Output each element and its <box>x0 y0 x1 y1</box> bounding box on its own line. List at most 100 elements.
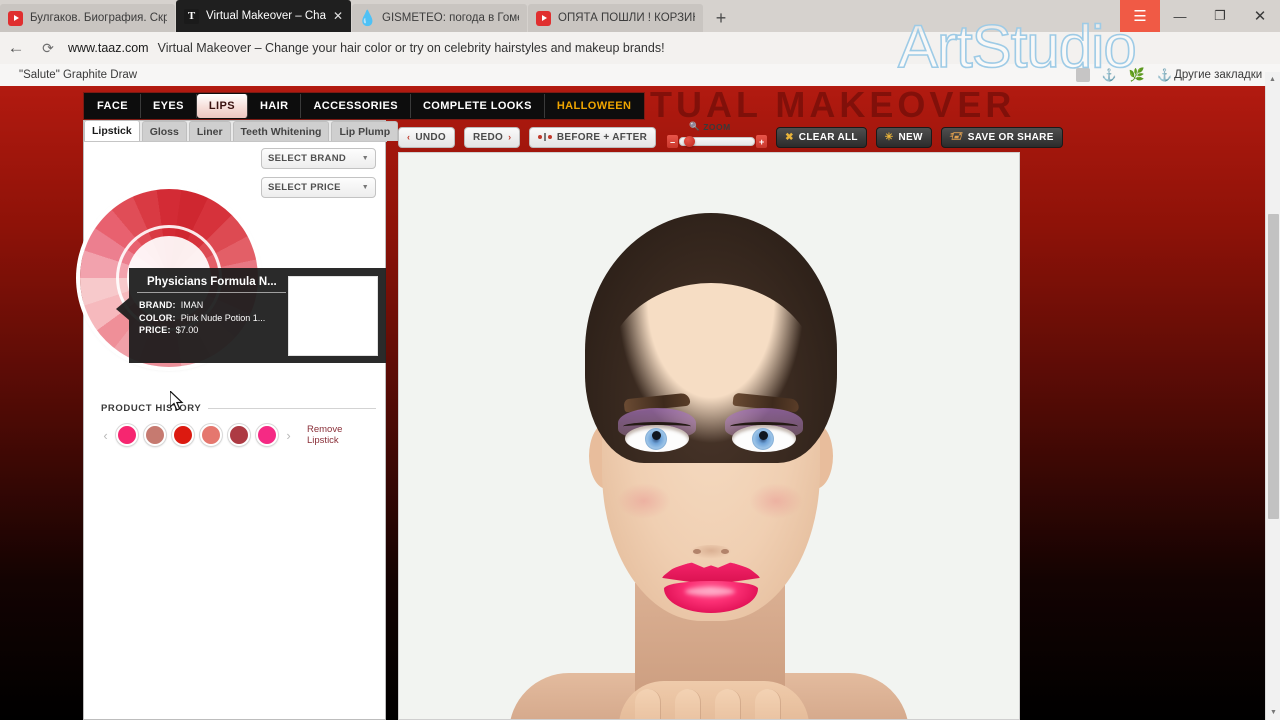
redo-label: REDO <box>472 131 504 143</box>
select-brand-dropdown[interactable]: SELECT BRAND ▼ <box>261 148 376 169</box>
new-label: NEW <box>898 131 923 143</box>
zoom-slider-track[interactable] <box>679 136 756 147</box>
maximize-icon[interactable]: ❐ <box>1200 0 1240 32</box>
youtube-icon <box>536 10 551 26</box>
redo-button[interactable]: REDO › <box>463 126 521 148</box>
web-page-content: VIRTUAL MAKEOVER FACE EYES LIPS HAIR ACC… <box>0 86 1280 720</box>
back-arrow-icon[interactable]: ← <box>0 32 32 64</box>
save-or-share-label: SAVE OR SHARE <box>967 131 1054 143</box>
select-price-dropdown[interactable]: SELECT PRICE ▼ <box>261 177 376 198</box>
vertical-scrollbar[interactable]: ▼ <box>1265 86 1280 720</box>
window-controls: ☰ — ❐ ✕ <box>1120 0 1280 32</box>
product-history-title: PRODUCT HISTORY <box>101 403 202 414</box>
scroll-up-arrow[interactable]: ▲ <box>1265 72 1280 86</box>
tab-title: Virtual Makeover – Chang <box>206 10 326 22</box>
gismeteo-icon: 💧 <box>358 9 377 27</box>
browser-tab-4[interactable]: ОПЯТА ПОШЛИ ! КОРЗИН <box>528 4 703 32</box>
subtab-lip-plump[interactable]: Lip Plump <box>331 121 399 141</box>
model-lips[interactable] <box>661 561 761 613</box>
price-key: PRICE: <box>139 325 171 335</box>
star-icon: ✳ <box>884 131 894 143</box>
taaz-icon: T <box>184 8 199 24</box>
lips-subtabs: Lipstick Gloss Liner Teeth Whitening Lip… <box>84 120 399 142</box>
clear-all-button[interactable]: ✖ CLEAR ALL <box>776 126 867 148</box>
swatch-6[interactable] <box>256 424 278 446</box>
product-history-section: PRODUCT HISTORY ‹ › Remove Lipstick <box>101 403 376 446</box>
model-eye-left <box>618 408 696 455</box>
undo-button[interactable]: ‹ UNDO <box>398 126 455 148</box>
brand-key: BRAND: <box>139 300 176 310</box>
browser-tab-2-active[interactable]: T Virtual Makeover – Chang ✕ <box>176 0 351 32</box>
bookmark-thumb-icon[interactable] <box>1075 68 1090 82</box>
browser-tab-3[interactable]: 💧 GISMETEO: погода в Гомел <box>352 4 527 32</box>
navigation-bar: ← ⟳ www.taaz.com Virtual Makeover – Chan… <box>0 32 1280 64</box>
history-next-arrow[interactable]: › <box>284 428 293 443</box>
x-icon: ✖ <box>785 131 794 143</box>
price-value: $7.00 <box>175 325 199 335</box>
share-icon: 🖅 <box>949 130 963 142</box>
anchor-icon-2[interactable]: ⚓ <box>1157 68 1172 82</box>
hamburger-menu-icon[interactable]: ☰ <box>1120 0 1160 32</box>
scrollbar-thumb[interactable] <box>1268 214 1279 519</box>
swatch-4[interactable] <box>200 424 222 446</box>
zoom-slider-thumb[interactable] <box>684 136 696 147</box>
bookmark-item[interactable]: "Salute" Graphite Draw <box>12 69 144 81</box>
category-eyes[interactable]: EYES <box>140 94 197 118</box>
makeover-canvas[interactable] <box>398 152 1020 720</box>
swatch-2[interactable] <box>144 424 166 446</box>
browser-tab-1[interactable]: Булгаков. Биография. Скрь <box>0 4 175 32</box>
product-thumbnail <box>288 276 378 356</box>
category-accessories[interactable]: ACCESSORIES <box>301 94 411 118</box>
new-button[interactable]: ✳ NEW <box>875 126 932 148</box>
category-nav: FACE EYES LIPS HAIR ACCESSORIES COMPLETE… <box>83 92 646 120</box>
category-hair[interactable]: HAIR <box>247 94 302 118</box>
new-tab-button[interactable]: + <box>707 4 735 32</box>
before-after-label: BEFORE + AFTER <box>556 131 648 143</box>
category-complete-looks[interactable]: COMPLETE LOOKS <box>410 94 545 118</box>
other-bookmarks-button[interactable]: Другие закладки ▾ <box>1174 64 1272 86</box>
subtab-lipstick[interactable]: Lipstick <box>84 120 140 141</box>
swatch-5[interactable] <box>228 424 250 446</box>
chevron-down-icon: ▼ <box>361 184 369 191</box>
before-after-icon <box>538 133 552 141</box>
clear-all-label: CLEAR ALL <box>798 131 858 143</box>
address-bar[interactable]: www.taaz.com Virtual Makeover – Change y… <box>64 32 1274 64</box>
reload-icon[interactable]: ⟳ <box>32 32 64 64</box>
model-lower-lip <box>664 581 758 613</box>
product-title: Physicians Formula N... <box>137 268 286 293</box>
history-prev-arrow[interactable]: ‹ <box>101 428 110 443</box>
other-bookmarks-label: Другие закладки <box>1174 69 1263 81</box>
remove-lipstick-button[interactable]: Remove Lipstick <box>307 424 342 446</box>
swatch-3[interactable] <box>172 424 194 446</box>
save-or-share-button[interactable]: 🖅 SAVE OR SHARE <box>940 126 1063 148</box>
tab-title: GISMETEO: погода в Гомел <box>382 12 519 24</box>
swatch-1[interactable] <box>116 424 138 446</box>
subtab-teeth-whitening[interactable]: Teeth Whitening <box>232 121 330 141</box>
minimize-icon[interactable]: — <box>1160 0 1200 32</box>
category-lips[interactable]: LIPS <box>196 94 248 118</box>
product-history-swatches: ‹ › Remove Lipstick <box>101 424 376 446</box>
model-photo[interactable] <box>399 153 1019 719</box>
undo-label: UNDO <box>415 131 446 143</box>
model-cheek-left <box>617 483 671 519</box>
remove-label-line1: Remove <box>307 424 343 435</box>
model-finger <box>635 689 661 719</box>
scroll-down-arrow[interactable]: ▼ <box>1266 705 1280 720</box>
zoom-out-button[interactable]: – <box>667 135 679 148</box>
subtab-gloss[interactable]: Gloss <box>141 121 187 141</box>
zoom-in-button[interactable]: + <box>756 135 768 148</box>
before-after-button[interactable]: BEFORE + AFTER <box>529 126 657 148</box>
leaf-icon[interactable]: 🌿 <box>1129 67 1145 83</box>
product-history-header: PRODUCT HISTORY <box>101 403 376 414</box>
category-face[interactable]: FACE <box>85 94 141 118</box>
virtual-makeover-app: FACE EYES LIPS HAIR ACCESSORIES COMPLETE… <box>80 86 1220 720</box>
close-icon[interactable]: ✕ <box>333 9 343 23</box>
tab-title: Булгаков. Биография. Скрь <box>30 12 167 24</box>
close-window-icon[interactable]: ✕ <box>1240 0 1280 32</box>
category-halloween[interactable]: HALLOWEEN <box>544 94 644 118</box>
subtab-liner[interactable]: Liner <box>188 121 231 141</box>
browser-window: Булгаков. Биография. Скрь T Virtual Make… <box>0 0 1280 720</box>
model-pupil-right <box>759 431 768 440</box>
anchor-icon[interactable]: ⚓ <box>1102 68 1117 82</box>
model-finger <box>675 689 701 719</box>
